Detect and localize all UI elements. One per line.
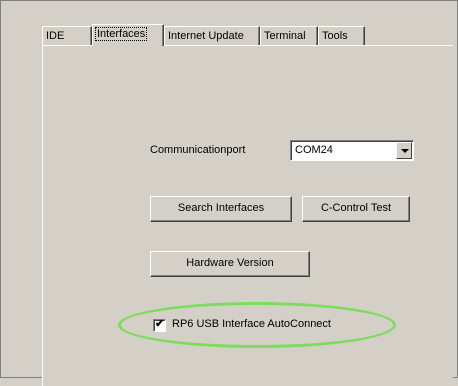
- communicationport-label: Communicationport: [150, 144, 246, 156]
- communicationport-select[interactable]: COM24: [290, 140, 414, 161]
- chevron-down-icon[interactable]: [396, 142, 412, 159]
- search-interfaces-label: Search Interfaces: [177, 202, 265, 214]
- highlight-ellipse: [118, 302, 396, 348]
- c-control-test-button[interactable]: C-Control Test: [302, 196, 410, 222]
- search-interfaces-button[interactable]: Search Interfaces: [150, 196, 292, 222]
- communicationport-value: COM24: [295, 144, 333, 156]
- hardware-version-button[interactable]: Hardware Version: [150, 251, 310, 277]
- hardware-version-label: Hardware Version: [186, 257, 274, 269]
- c-control-test-label: C-Control Test: [320, 202, 392, 214]
